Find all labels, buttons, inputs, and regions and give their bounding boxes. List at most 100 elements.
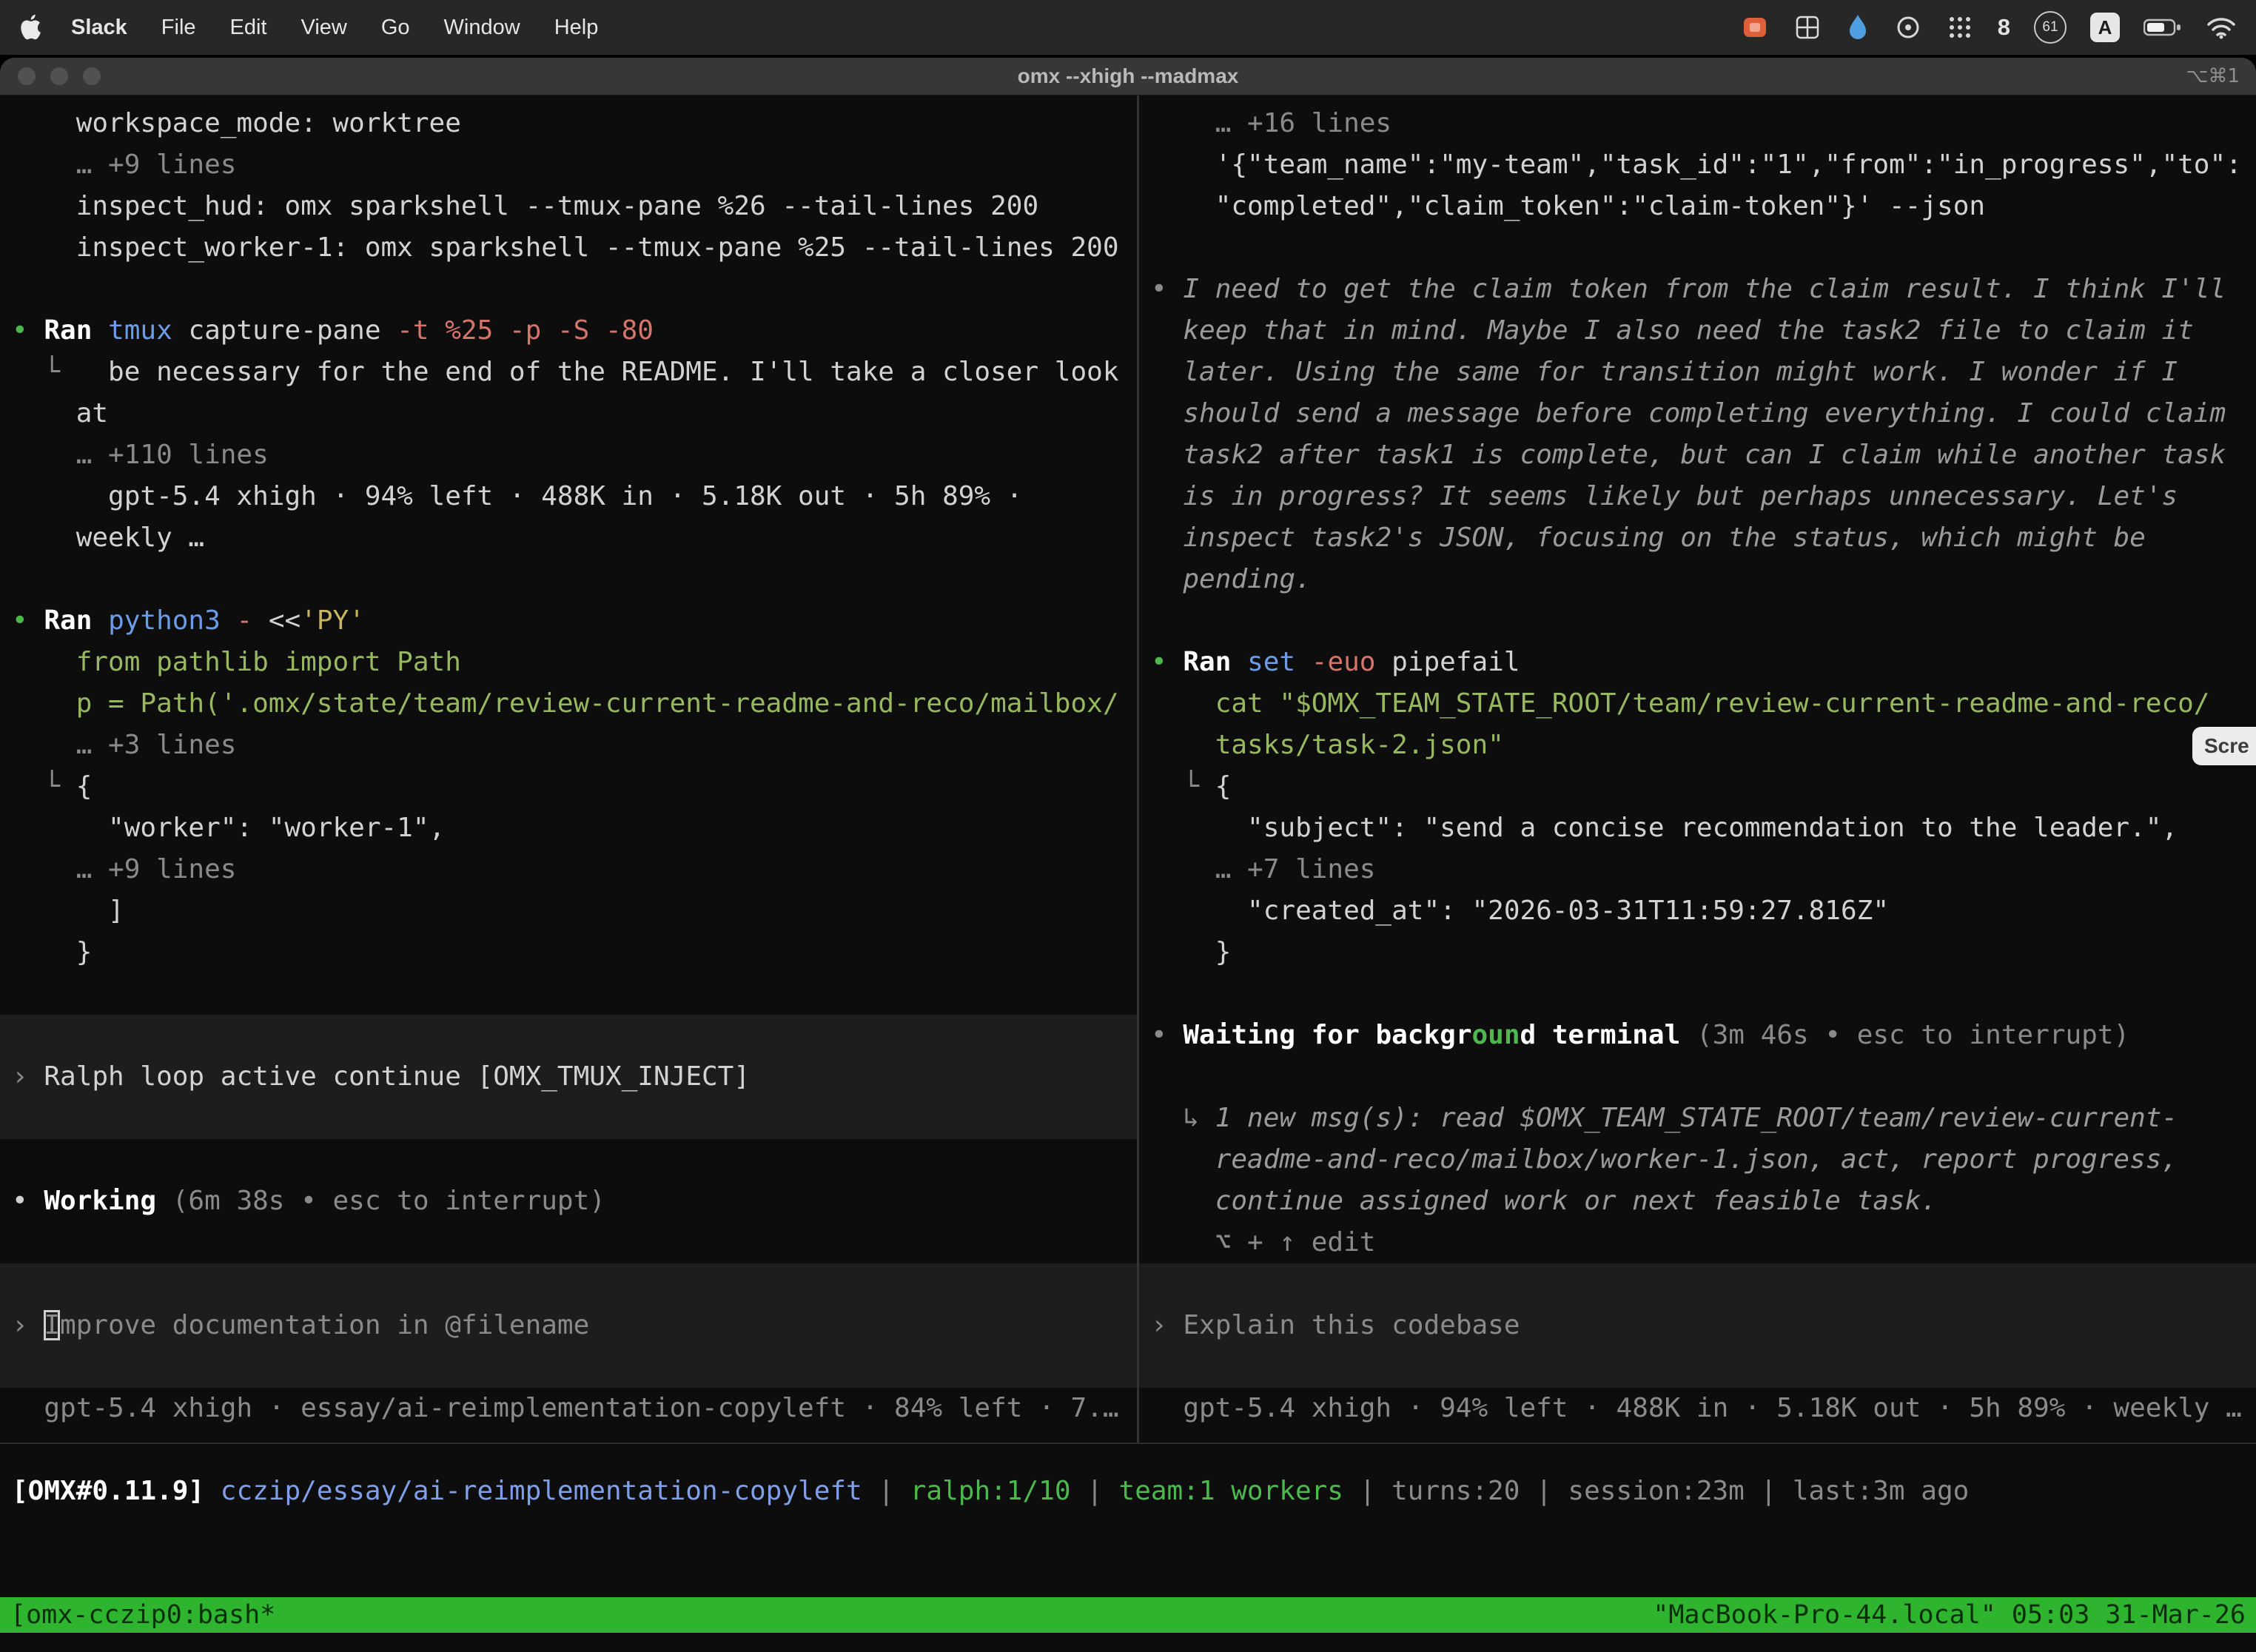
close-button[interactable] [18,67,36,85]
window-title: omx --xhigh --madmax [1018,64,1239,88]
text-segment: … +7 lines [1151,854,1375,884]
terminal: workspace_mode: worktree … +9 lines insp… [0,95,2256,1652]
text-segment: gpt-5.4 xhigh · essay/ai-reimplementatio… [12,1393,1119,1423]
menubar-left: Slack File Edit View Go Window Help [19,13,598,41]
drop-icon[interactable] [1845,13,1870,42]
menu-items: File Edit View Go Window Help [127,16,599,40]
grid-icon[interactable] [1793,13,1822,41]
prompt-band[interactable]: › Ralph loop active continue [OMX_TMUX_I… [0,1015,1137,1139]
screen-notification[interactable]: Scre [2192,727,2256,765]
text-segment: set [1247,647,1312,677]
text-segment [1151,481,1183,511]
terminal-line: is in progress? It seems likely but perh… [1151,476,2256,517]
text-segment: tasks/task-2.json" [1151,730,1504,760]
text-segment: be necessary for the end of the README. … [108,357,1118,387]
terminal-line: • Ran python3 - <<'PY' [12,600,1137,642]
terminal-line: tasks/task-2.json" [1151,725,2256,766]
app-menu-slack[interactable]: Slack [71,16,127,40]
zoom-button[interactable] [83,67,101,85]
text-segment: … +16 lines [1151,108,1391,138]
terminal-line [12,1139,1137,1181]
window-titlebar[interactable]: omx --xhigh --madmax ⌥⌘1 [0,58,2256,95]
menu-item-file[interactable]: File [161,16,196,39]
text-segment: cczip/essay/ai-reimplementation-copyleft [221,1476,862,1506]
text-segment: Ran [1183,647,1247,677]
text-segment: inspect_hud: omx sparkshell --tmux-pane … [12,191,1038,221]
menu-item-go[interactable]: Go [381,16,410,39]
tmux-panes: workspace_mode: worktree … +9 lines insp… [0,95,2256,1444]
menu-item-help[interactable]: Help [554,16,599,39]
terminal-line [1151,600,2256,642]
text-segment: • [1151,647,1183,677]
text-segment: d terminal [1520,1020,1696,1050]
terminal-line: › Explain this codebase [1151,1305,1520,1346]
text-segment: … +9 lines [12,854,236,884]
terminal-window: omx --xhigh --madmax ⌥⌘1 workspace_mode:… [0,58,2256,1652]
apple-menu-icon[interactable] [19,13,43,41]
text-segment [1151,564,1183,594]
wifi-icon[interactable] [2206,16,2237,39]
terminal-line: • Working (6m 38s • esc to interrupt) [12,1181,1137,1222]
tmux-pane-left[interactable]: workspace_mode: worktree … +9 lines insp… [0,95,1137,1443]
tmux-host-clock: "MacBook-Pro-44.local" 05:03 31-Mar-26 [1653,1600,2246,1630]
terminal-line: continue assigned work or next feasible … [1151,1181,2256,1222]
traffic-lights [18,58,101,95]
terminal-line: • Waiting for background terminal (3m 46… [1151,1015,2256,1056]
text-segment: from pathlib import Path [12,647,461,677]
battery-icon[interactable] [2143,18,2182,37]
terminal-line [12,559,1137,600]
terminal-line: "worker": "worker-1", [12,807,1137,849]
terminal-line: … +110 lines [12,434,1137,476]
text-segment: 1 new msg(s): read $OMX_TEAM_STATE_ROOT/… [1215,1103,2178,1133]
text-segment: -euo [1312,647,1391,677]
menu-item-window[interactable]: Window [444,16,520,39]
prompt-band[interactable]: › Improve documentation in @filename [0,1263,1137,1388]
text-segment: is in progress? It seems likely but perh… [1183,481,2178,511]
prompt-band[interactable]: › Explain this codebase [1139,1263,2256,1388]
dots-grid-icon[interactable] [1946,13,1974,41]
text-segment: last:3m ago [1793,1476,1969,1506]
disc-icon[interactable] [1894,13,1922,41]
terminal-line: readme-and-reco/mailbox/worker-1.json, a… [1151,1139,2256,1181]
text-segment: › [12,1061,44,1092]
text-segment: └ [12,771,76,802]
terminal-line [1151,1056,2256,1098]
minimize-button[interactable] [50,67,68,85]
text-segment: Ralph loop active continue [OMX_TMUX_INJ… [44,1061,750,1092]
terminal-line: … +3 lines [12,725,1137,766]
input-source-icon[interactable]: A [2090,13,2120,42]
text-segment: inspect task2's JSON, focusing on the st… [1183,523,2145,553]
menu-item-edit[interactable]: Edit [230,16,267,39]
terminal-line: keep that in mind. Maybe I also need the… [1151,310,2256,352]
menu-item-view[interactable]: View [301,16,347,39]
menubar: Slack File Edit View Go Window Help 8 61 A [0,0,2256,55]
text-segment: ] [12,896,124,926]
text-segment: ↳ [1151,1103,1215,1133]
terminal-line: should send a message before completing … [1151,393,2256,434]
terminal-line: at [12,393,1137,434]
text-segment: 'PY' [301,605,365,636]
tmux-pane-right[interactable]: … +16 lines '{"team_name":"my-team","tas… [1139,95,2256,1443]
terminal-line: pending. [1151,559,2256,600]
text-segment [1151,398,1183,429]
terminal-line: gpt-5.4 xhigh · 94% left · 488K in · 5.1… [1151,1388,2256,1429]
eight-icon[interactable]: 8 [1998,14,2010,41]
terminal-line: p = Path('.omx/state/team/review-current… [12,683,1137,725]
terminal-line: gpt-5.4 xhigh · essay/ai-reimplementatio… [12,1388,1137,1429]
text-segment: mprove documentation in @filename [60,1310,589,1340]
text-segment: << [269,605,301,636]
terminal-line: ↳ 1 new msg(s): read $OMX_TEAM_STATE_ROO… [1151,1098,2256,1139]
text-segment: readme-and-reco/mailbox/worker-1.json, a… [1151,1144,2178,1175]
text-segment: "completed","claim_token":"claim-token"}… [1151,191,1985,221]
screen-recording-indicator-icon[interactable] [1740,13,1770,42]
terminal-line: from pathlib import Path [12,642,1137,683]
badge-61-icon[interactable]: 61 [2034,11,2067,44]
terminal-line: … +7 lines [1151,849,2256,890]
text-segment: • [12,315,44,346]
text-segment: workspace_mode: worktree [12,108,461,138]
text-segment: I need to get the claim token from the c… [1183,274,2226,304]
text-segment: task2 after task1 is complete, but can I… [1183,440,2226,470]
text-segment: pipefail [1391,647,1520,677]
terminal-line: ⌥ + ↑ edit [1151,1222,2256,1263]
text-segment: } [12,937,92,967]
